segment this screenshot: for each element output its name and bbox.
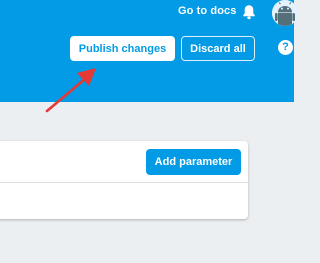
app-header: Go to docs Publish changes Discard all ?: [0, 0, 298, 102]
user-avatar[interactable]: [272, 0, 298, 26]
parameters-card: Add parameter: [0, 141, 248, 219]
card-divider: [0, 182, 248, 183]
android-avatar-icon: [272, 0, 298, 26]
go-to-docs-link[interactable]: Go to docs: [178, 5, 236, 17]
publish-changes-button[interactable]: Publish changes: [70, 36, 175, 61]
add-parameter-button[interactable]: Add parameter: [146, 149, 241, 175]
help-icon[interactable]: ?: [278, 40, 293, 55]
bell-icon[interactable]: [242, 4, 256, 20]
discard-all-button[interactable]: Discard all: [181, 36, 255, 61]
